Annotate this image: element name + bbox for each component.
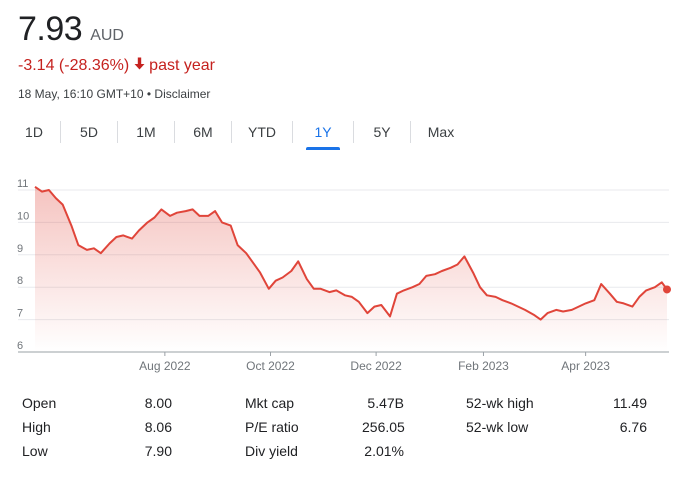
mktcap-value: 5.47B — [367, 395, 404, 411]
tab-5y[interactable]: 5Y — [354, 118, 410, 150]
x-tick-label: Aug 2022 — [139, 359, 191, 373]
price-chart[interactable]: 6 7 8 9 10 11 Aug 2022 Oct 2022 Dec 2022 Feb 202… — [0, 175, 691, 375]
wk52-high-label: 52-wk high — [466, 395, 534, 411]
quote-meta: 18 May, 16:10 GMT+10 • Disclaimer — [18, 87, 210, 101]
y-tick-label: 10 — [17, 210, 29, 222]
div-yield-value: 2.01% — [364, 443, 404, 459]
last-price-point — [663, 285, 671, 294]
x-tick-label: Apr 2023 — [561, 359, 610, 373]
price-change: -3.14 (-28.36%) past year — [18, 57, 215, 75]
tab-1y[interactable]: 1Y — [293, 118, 353, 150]
tab-max[interactable]: Max — [411, 118, 471, 150]
low-value: 7.90 — [144, 443, 172, 459]
y-tick-label: 9 — [17, 243, 23, 255]
range-tabs: 1D 5D 1M 6M YTD 1Y 5Y Max — [8, 118, 471, 150]
stats-row: Low 7.90 Div yield 2.01% — [22, 443, 662, 467]
tab-ytd[interactable]: YTD — [232, 118, 292, 150]
high-label: High — [22, 419, 51, 435]
open-label: Open — [22, 395, 57, 411]
tab-5d[interactable]: 5D — [61, 118, 117, 150]
open-value: 8.00 — [144, 395, 172, 411]
mktcap-label: Mkt cap — [245, 395, 295, 411]
key-stats: Open 8.00 Mkt cap 5.47B 52-wk high 11.49… — [22, 395, 662, 467]
price-area — [35, 186, 667, 352]
x-tick-label: Oct 2022 — [246, 359, 295, 373]
wk52-low-label: 52-wk low — [466, 419, 529, 435]
stats-row: High 8.06 P/E ratio 256.05 52-wk low 6.7… — [22, 419, 662, 443]
tab-1m[interactable]: 1M — [118, 118, 174, 150]
pe-ratio-value: 256.05 — [362, 419, 405, 435]
tab-6m[interactable]: 6M — [175, 118, 231, 150]
currency-label: AUD — [90, 27, 124, 44]
low-label: Low — [22, 443, 48, 459]
x-tick-label: Feb 2023 — [458, 359, 509, 373]
y-tick-label: 7 — [17, 308, 23, 320]
quote-timestamp: 18 May, 16:10 GMT+10 — [18, 87, 144, 101]
wk52-low-value: 6.76 — [619, 419, 647, 435]
pe-ratio-label: P/E ratio — [245, 419, 299, 435]
quote-header: 7.93 AUD — [18, 10, 124, 49]
x-tick-label: Dec 2022 — [350, 359, 402, 373]
tab-1d[interactable]: 1D — [8, 118, 60, 150]
stats-row: Open 8.00 Mkt cap 5.47B 52-wk high 11.49 — [22, 395, 662, 419]
y-tick-label: 6 — [17, 340, 23, 352]
change-period: past year — [149, 57, 215, 74]
div-yield-label: Div yield — [245, 443, 298, 459]
y-tick-label: 8 — [17, 275, 23, 287]
wk52-high-value: 11.49 — [613, 395, 647, 411]
arrow-down-icon — [134, 57, 145, 75]
disclaimer-link[interactable]: Disclaimer — [154, 87, 210, 101]
y-tick-label: 11 — [17, 178, 28, 190]
change-value: -3.14 (-28.36%) — [18, 57, 130, 74]
high-value: 8.06 — [144, 419, 172, 435]
current-price: 7.93 — [18, 10, 83, 48]
